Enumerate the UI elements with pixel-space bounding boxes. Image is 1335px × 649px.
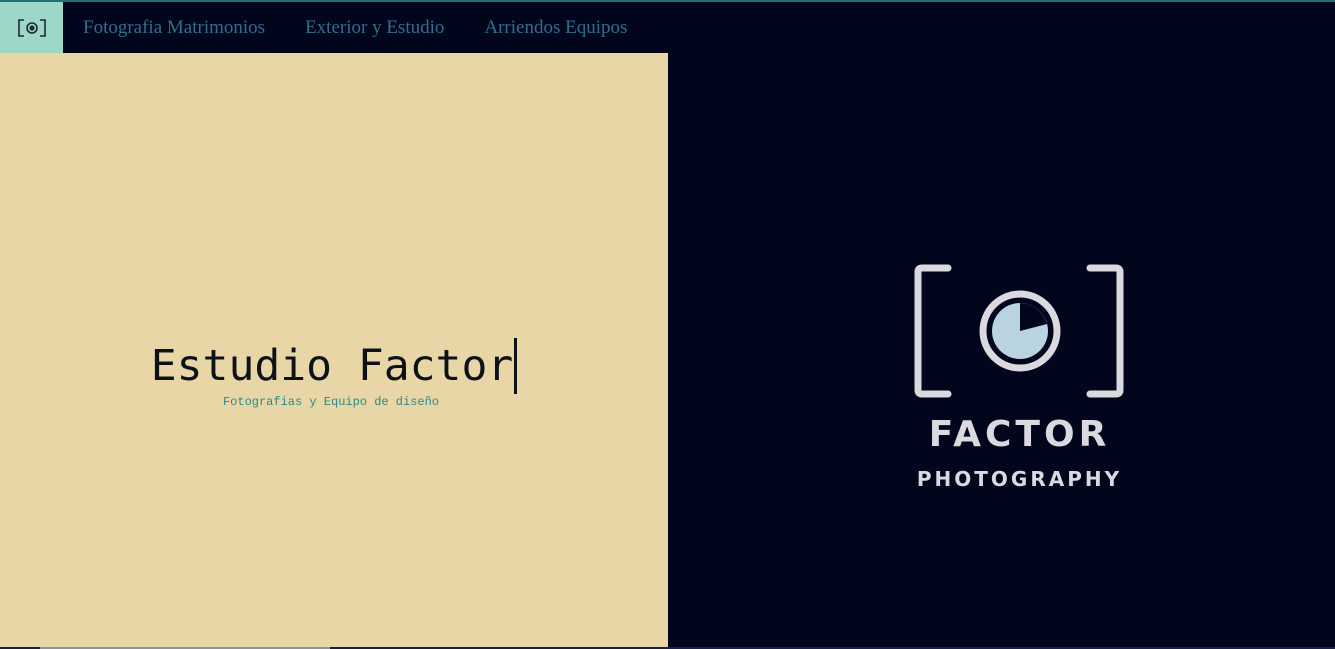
- brand-panel: FACTOR PHOTOGRAPHY: [668, 2, 1335, 647]
- camera-icon: [17, 18, 46, 37]
- nav-logo-link[interactable]: [0, 2, 63, 53]
- nav-link-exterior-y-estudio[interactable]: Exterior y Estudio: [305, 17, 444, 39]
- navbar: Fotografia Matrimonios Exterior y Estudi…: [0, 2, 668, 53]
- nav-link-fotografia-matrimonios[interactable]: Fotografia Matrimonios: [83, 17, 265, 39]
- hero-title-wrap: Estudio Factor: [0, 338, 668, 394]
- hero-title: Estudio Factor: [150, 341, 514, 391]
- brand-name: FACTOR: [928, 414, 1111, 455]
- hero-panel: Estudio Factor Fotografias y Equipo de d…: [0, 53, 668, 647]
- nav-link-arriendos-equipos[interactable]: Arriendos Equipos: [484, 17, 627, 39]
- brand-tagline: PHOTOGRAPHY: [916, 467, 1123, 491]
- hero-subtitle: Fotografias y Equipo de diseño: [222, 395, 440, 409]
- camera-icon: [914, 264, 1124, 398]
- typing-caret: [514, 338, 518, 394]
